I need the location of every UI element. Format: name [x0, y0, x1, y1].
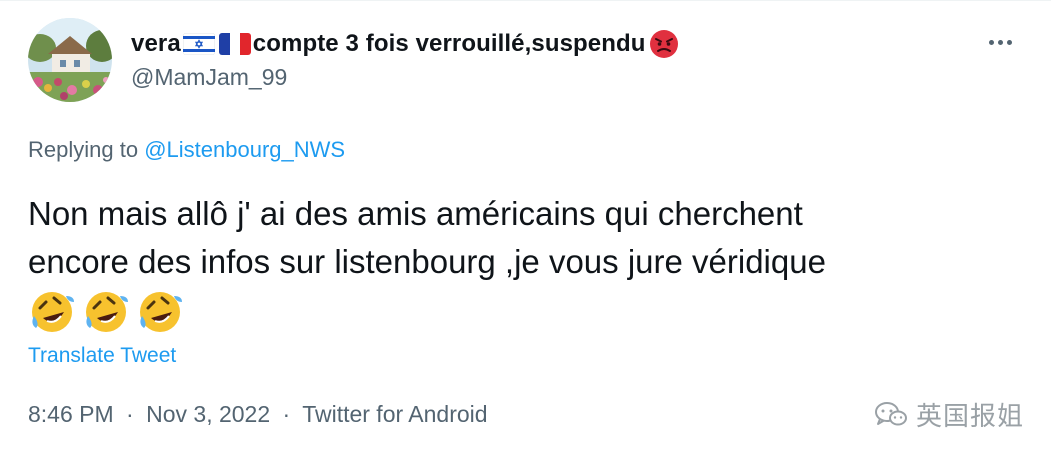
more-options-button[interactable] [980, 25, 1020, 59]
display-name-prefix: vera [131, 30, 181, 57]
dot-icon [1006, 39, 1012, 45]
author-handle[interactable]: @MamJam_99 [131, 64, 287, 91]
top-divider [0, 0, 1051, 1]
france-flag-icon [218, 33, 251, 55]
watermark-text: 英国报姐 [916, 401, 1025, 431]
avatar[interactable] [28, 18, 112, 102]
israel-flag-icon [182, 33, 215, 55]
watermark: 英国报姐 [874, 396, 1024, 433]
dot-icon [988, 39, 994, 45]
angry-face-emoji-icon [649, 30, 678, 58]
tweet-text: Non mais allô j' ai des amis américains … [28, 190, 1018, 286]
tweet-time-link[interactable]: 8:46 PM [28, 401, 114, 427]
tweet-date-link[interactable]: Nov 3, 2022 [146, 401, 270, 427]
display-name-suffix: compte 3 fois verrouillé,suspendu [252, 30, 646, 57]
meta-separator: · [282, 401, 291, 427]
author-name[interactable]: vera compte 3 fois verrouillé,suspendu [131, 28, 679, 60]
tweet-text-line: Non mais allô j' ai des amis américains … [28, 195, 803, 232]
replying-to-handle-link[interactable]: @Listenbourg_NWS [144, 137, 345, 162]
rolling-on-floor-laughing-emoji-icon [140, 292, 182, 332]
rolling-on-floor-laughing-emoji-icon [32, 292, 74, 332]
replying-to: Replying to @Listenbourg_NWS [28, 137, 345, 163]
tweet-text-line: encore des infos sur listenbourg ,je vou… [28, 243, 826, 280]
rolling-on-floor-laughing-emoji-icon [86, 292, 128, 332]
wechat-icon [875, 401, 907, 425]
dot-icon [997, 39, 1003, 45]
tweet-metadata: 8:46 PM · Nov 3, 2022 · Twitter for Andr… [28, 401, 488, 428]
replying-to-label: Replying to [28, 137, 139, 162]
translate-tweet-link[interactable]: Translate Tweet [28, 344, 176, 368]
meta-separator: · [126, 401, 134, 427]
tweet-emojis [28, 288, 190, 336]
tweet-source-link[interactable]: Twitter for Android [302, 401, 487, 427]
